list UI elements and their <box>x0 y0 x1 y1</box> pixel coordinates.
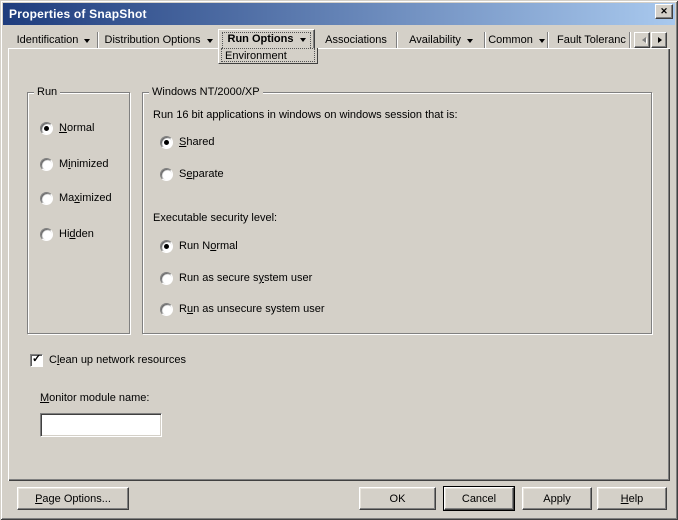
subtab-environment[interactable]: Environment <box>218 48 318 64</box>
radio-label-hidden: Hidden <box>59 228 94 240</box>
radio-label-separate: Separate <box>179 168 224 180</box>
tab-label: Fault Toleranc <box>557 34 626 46</box>
tab-run-options[interactable]: Run Options <box>218 29 315 48</box>
tab-label: Availability <box>409 34 461 46</box>
radio-label-unsecure-user: Run as unsecure system user <box>179 303 325 315</box>
dropdown-arrow-icon <box>466 38 473 46</box>
tab-availability[interactable]: Availability <box>398 32 485 48</box>
radio-label-shared: Shared <box>179 136 215 148</box>
button-label: Page Options... <box>35 492 111 505</box>
tab-scroll-right-button[interactable] <box>651 32 667 48</box>
tab-label: Run Options <box>227 33 294 45</box>
radio-button-maximized[interactable] <box>40 191 53 205</box>
radio-row-minimized[interactable]: Minimized <box>40 157 109 171</box>
button-label: Apply <box>543 492 571 505</box>
button-label: Help <box>620 492 644 505</box>
radio-row-unsecure-user[interactable]: Run as unsecure system user <box>160 302 325 316</box>
subtab-label: Environment <box>225 49 287 62</box>
radio-label-minimized: Minimized <box>59 158 109 170</box>
radio-button-separate[interactable] <box>160 167 173 181</box>
cleanup-checkbox-label: Clean up network resources <box>49 354 186 366</box>
radio-row-normal[interactable]: Normal <box>40 121 94 135</box>
dropdown-arrow-icon <box>84 38 91 46</box>
dialog-window: Properties of SnapShot ✕ Identification … <box>0 0 678 520</box>
radio-row-maximized[interactable]: Maximized <box>40 191 112 205</box>
cleanup-checkbox[interactable] <box>30 353 43 367</box>
tab-label: Common <box>488 34 533 46</box>
monitor-module-label: Monitor module name: <box>40 392 150 404</box>
radio-button-normal[interactable] <box>40 121 53 135</box>
ok-button[interactable]: OK <box>359 487 436 510</box>
cleanup-checkbox-row[interactable]: Clean up network resources <box>30 353 186 367</box>
run-groupbox-title: Run <box>34 86 61 99</box>
radio-row-run-normal[interactable]: Run Normal <box>160 239 238 253</box>
tab-scroll-left-button[interactable] <box>634 32 650 48</box>
radio-button-minimized[interactable] <box>40 157 53 171</box>
tab-common[interactable]: Common <box>486 32 548 48</box>
radio-label-normal: Normal <box>59 122 95 134</box>
radio-label-run-normal: Run Normal <box>179 240 238 252</box>
tab-distribution-options[interactable]: Distribution Options <box>99 32 218 48</box>
button-label: OK <box>389 492 406 505</box>
radio-button-shared[interactable] <box>160 135 173 149</box>
tab-label: Distribution Options <box>104 34 201 46</box>
dropdown-arrow-icon <box>538 38 545 46</box>
radio-button-secure-user[interactable] <box>160 271 173 285</box>
tab-label: Identification <box>16 34 79 46</box>
button-label: Cancel <box>461 492 497 505</box>
scroll-left-icon <box>639 37 646 43</box>
title-bar[interactable]: Properties of SnapShot <box>3 3 675 25</box>
window-title: Properties of SnapShot <box>9 7 147 21</box>
radio-button-hidden[interactable] <box>40 227 53 241</box>
monitor-module-input[interactable] <box>40 413 162 437</box>
tab-label: Associations <box>325 34 387 46</box>
radio-row-secure-user[interactable]: Run as secure system user <box>160 271 312 285</box>
page-options-button[interactable]: Page Options... <box>17 487 129 510</box>
cancel-button[interactable]: Cancel <box>444 487 514 510</box>
dropdown-arrow-icon <box>206 38 213 46</box>
radio-button-unsecure-user[interactable] <box>160 302 173 316</box>
help-button[interactable]: Help <box>597 487 667 510</box>
scroll-right-icon <box>658 37 665 43</box>
session-question-label: Run 16 bit applications in windows on wi… <box>153 109 458 121</box>
dropdown-arrow-icon <box>299 37 306 45</box>
tab-fault-tolerance[interactable]: Fault Toleranc <box>549 32 630 48</box>
close-button[interactable]: ✕ <box>655 4 673 19</box>
radio-label-maximized: Maximized <box>59 192 112 204</box>
tab-associations[interactable]: Associations <box>316 32 397 48</box>
close-icon: ✕ <box>660 6 668 16</box>
radio-button-run-normal[interactable] <box>160 239 173 253</box>
radio-row-separate[interactable]: Separate <box>160 167 224 181</box>
security-level-label: Executable security level: <box>153 212 278 224</box>
radio-row-hidden[interactable]: Hidden <box>40 227 94 241</box>
radio-row-shared[interactable]: Shared <box>160 135 214 149</box>
windows-nt-groupbox-title: Windows NT/2000/XP <box>149 86 263 99</box>
apply-button[interactable]: Apply <box>522 487 592 510</box>
tab-identification[interactable]: Identification <box>10 32 98 48</box>
radio-label-secure-user: Run as secure system user <box>179 272 313 284</box>
